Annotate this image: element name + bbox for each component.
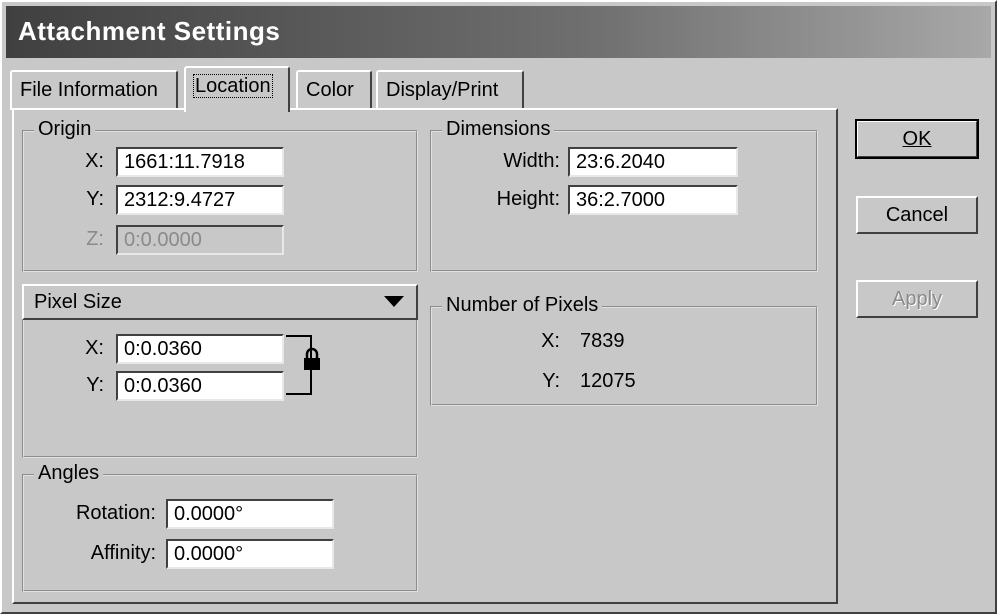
width-label: Width:: [503, 150, 560, 172]
pixels-x-value: 7839: [580, 330, 625, 352]
tab-file-information[interactable]: File Information: [10, 70, 178, 110]
affinity-label: Affinity:: [90, 542, 156, 564]
height-label: Height:: [496, 188, 560, 210]
origin-y-label: Y:: [86, 188, 104, 210]
origin-x-input[interactable]: 1661:11.7918: [116, 147, 284, 177]
title-bar[interactable]: Attachment Settings: [6, 6, 991, 58]
window-title: Attachment Settings: [18, 16, 281, 46]
pixel-size-y-label: Y:: [86, 374, 104, 396]
affinity-input[interactable]: 0.0000°: [166, 539, 334, 569]
rotation-input[interactable]: 0.0000°: [166, 499, 334, 529]
chevron-down-icon: [384, 296, 404, 307]
height-input[interactable]: 36:2.7000: [568, 185, 738, 215]
origin-z-input: 0:0.0000: [116, 225, 284, 255]
dimensions-legend: Dimensions: [442, 118, 555, 141]
number-of-pixels-legend: Number of Pixels: [442, 294, 603, 317]
angles-legend: Angles: [34, 462, 104, 485]
pixels-x-label: X:: [541, 330, 560, 352]
lock-icon[interactable]: [302, 347, 322, 376]
tab-color[interactable]: Color: [296, 70, 372, 110]
tab-display-print[interactable]: Display/Print: [376, 70, 524, 110]
pixel-size-dropdown[interactable]: Pixel Size: [22, 284, 418, 320]
origin-y-input[interactable]: 2312:9.4727: [116, 185, 284, 215]
pixels-y-value: 12075: [580, 370, 636, 392]
angles-group: Angles: [22, 462, 418, 592]
apply-button: Apply: [856, 280, 978, 318]
ok-button[interactable]: OK: [855, 119, 979, 159]
origin-legend: Origin: [34, 118, 96, 141]
tab-location[interactable]: Location: [184, 66, 290, 112]
pixel-size-selected: Pixel Size: [34, 291, 122, 313]
cancel-button[interactable]: Cancel: [856, 196, 978, 234]
pixels-y-label: Y:: [542, 370, 560, 392]
pixel-size-x-input[interactable]: 0:0.0360: [116, 334, 284, 364]
rotation-label: Rotation:: [75, 502, 156, 524]
width-input[interactable]: 23:6.2040: [568, 147, 738, 177]
origin-x-label: X:: [85, 150, 104, 172]
pixel-size-x-label: X:: [85, 337, 104, 359]
pixel-size-y-input[interactable]: 0:0.0360: [116, 371, 284, 401]
origin-z-label: Z:: [86, 228, 104, 250]
